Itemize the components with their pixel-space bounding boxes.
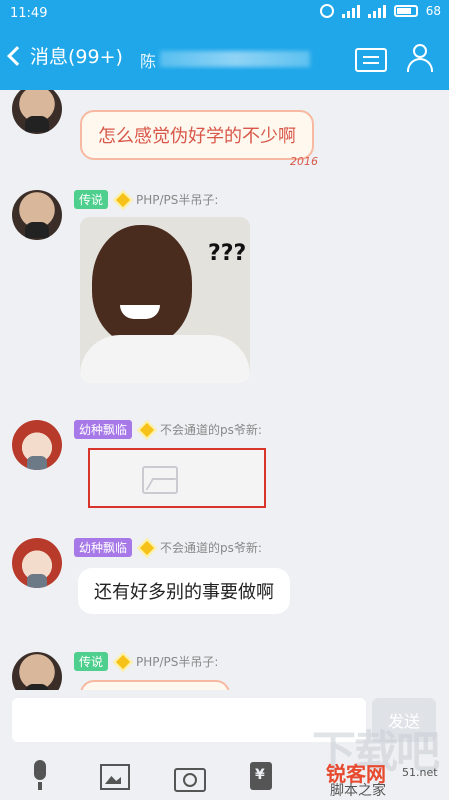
sender-meta: 幼种飘临 不会通道的ps爷新:	[74, 419, 262, 440]
title-badge: 幼种飘临	[74, 420, 133, 439]
status-time: 11:49	[10, 6, 48, 21]
watermark-url: 51.net	[402, 766, 438, 779]
status-icons: 68	[319, 4, 441, 18]
message-bubble[interactable]: 怎么感觉伪好学的不少啊 2016	[80, 110, 318, 168]
chat-title-text: 陈	[140, 52, 157, 70]
title-badge: 传说	[74, 190, 109, 209]
sender-name[interactable]: PHP/PS半吊子:	[136, 653, 218, 670]
diamond-icon	[113, 189, 133, 210]
status-bar: 11:49 68	[0, 0, 449, 28]
bubble-decoration: 2016	[290, 155, 318, 168]
broken-image-icon	[142, 466, 178, 494]
chevron-left-icon	[7, 45, 27, 66]
back-button[interactable]: 消息(99+)	[7, 42, 123, 69]
message-bubble[interactable]	[80, 680, 230, 690]
avatar[interactable]	[12, 652, 62, 690]
sender-name[interactable]: 不会通道的ps爷新:	[160, 539, 262, 556]
sender-meta: 幼种飘临 不会通道的ps爷新:	[74, 537, 262, 558]
meme-shirt	[80, 335, 250, 383]
image-icon[interactable]	[96, 758, 132, 794]
blurred-title	[160, 51, 310, 67]
avatar[interactable]	[12, 190, 62, 240]
nav-bar: 消息(99+) 陈	[0, 28, 449, 90]
message-text: 还有好多别的事要做啊	[94, 582, 274, 603]
avatar[interactable]	[12, 90, 62, 134]
image-placeholder[interactable]	[88, 448, 266, 508]
mic-icon[interactable]	[22, 758, 58, 794]
sender-meta: 传说 PHP/PS半吊子:	[74, 189, 218, 210]
back-label: 消息(99+)	[30, 46, 123, 68]
profile-card-icon[interactable]	[355, 48, 387, 72]
title-badge: 传说	[74, 652, 109, 671]
chat-list[interactable]: 怎么感觉伪好学的不少啊 2016 传说 PHP/PS半吊子: ??? 幼种飘临 …	[0, 90, 449, 690]
meme-face	[92, 225, 192, 345]
title-badge: 幼种飘临	[74, 538, 133, 557]
watermark: 下载吧 锐客网 51.net 脚本之家	[300, 716, 449, 800]
image-message[interactable]: ???	[80, 217, 250, 383]
group-members-icon[interactable]	[404, 42, 438, 76]
meme-text: ???	[208, 241, 247, 266]
signal-icon	[341, 4, 360, 18]
sender-meta: 传说 PHP/PS半吊子:	[74, 651, 218, 672]
sender-name[interactable]: PHP/PS半吊子:	[136, 191, 218, 208]
avatar[interactable]	[12, 420, 62, 470]
diamond-icon	[137, 537, 157, 558]
camera-icon[interactable]	[170, 758, 206, 794]
diamond-icon	[137, 419, 157, 440]
battery-icon	[393, 5, 418, 17]
red-packet-icon[interactable]	[242, 758, 278, 794]
sender-name[interactable]: 不会通道的ps爷新:	[160, 421, 262, 438]
alarm-icon	[319, 4, 334, 18]
message-bubble[interactable]: 还有好多别的事要做啊	[78, 568, 290, 614]
signal-icon-2	[367, 4, 386, 18]
watermark-sub: 脚本之家	[330, 783, 386, 799]
chat-title: 陈	[140, 48, 320, 70]
message-text: 怎么感觉伪好学的不少啊	[98, 126, 296, 147]
diamond-icon	[113, 651, 133, 672]
avatar[interactable]	[12, 538, 62, 588]
battery-level: 68	[425, 4, 441, 18]
